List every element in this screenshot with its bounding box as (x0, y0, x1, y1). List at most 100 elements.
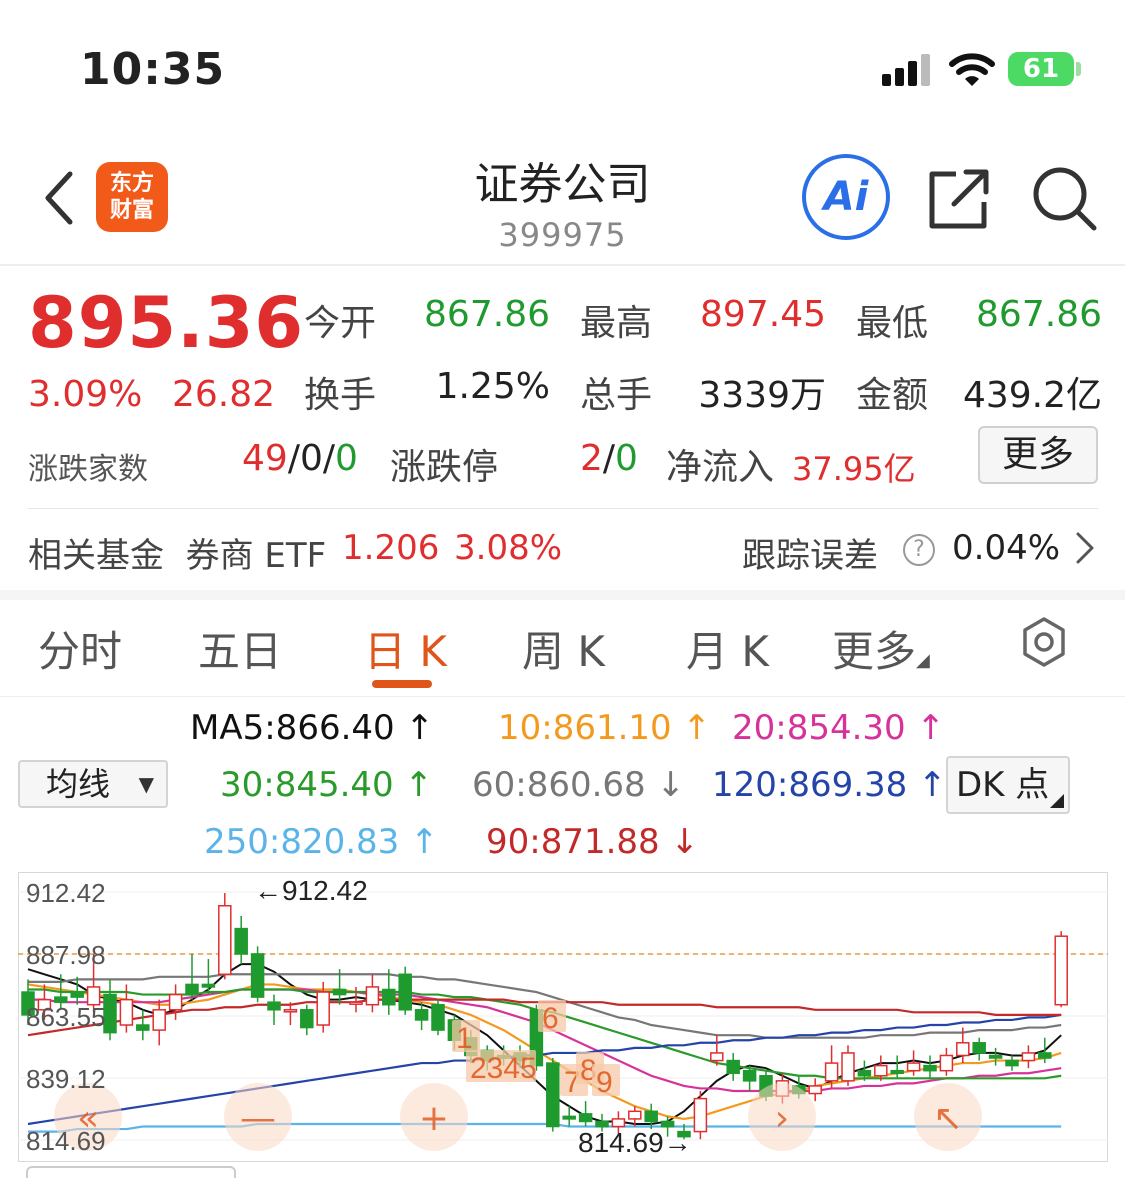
share-icon (929, 169, 989, 229)
candle-down (431, 1003, 445, 1031)
candle-up (316, 991, 330, 1026)
candle-down (742, 1069, 757, 1082)
chart-settings-button[interactable] (1018, 616, 1070, 668)
logo-line-2: 财富 (109, 198, 154, 223)
search-button[interactable] (1030, 164, 1098, 232)
breadth-flat: 0 (299, 438, 323, 479)
breadth-up: 49 (242, 438, 288, 479)
candle-up (710, 1052, 724, 1062)
dk-point-label: DK 点 (956, 765, 1050, 805)
candle-up (1021, 1052, 1036, 1062)
share-button[interactable] (926, 166, 994, 232)
candle-down (923, 1064, 937, 1072)
question-help-icon[interactable]: ? (903, 534, 935, 566)
candle-down (890, 1069, 904, 1074)
candle-down (70, 991, 84, 998)
tab-weekly-k[interactable]: 周 K (522, 618, 605, 679)
search-icon (1033, 167, 1097, 231)
tracking-error-label: 跟踪误差 (742, 536, 878, 576)
last-price: 895.36 (28, 282, 305, 364)
related-fund-change: 3.08% (454, 528, 563, 568)
dropdown-corner-icon: ◢ (916, 650, 930, 671)
amount-value: 439.2亿 (962, 375, 1102, 416)
low-value: 867.86 (976, 294, 1102, 335)
candle-down (644, 1110, 658, 1123)
tab-monthly-k[interactable]: 月 K (686, 618, 769, 679)
candle-down (562, 1115, 576, 1120)
candle-down (726, 1059, 740, 1074)
status-time: 10:35 (80, 44, 226, 95)
fund-detail-chevron[interactable] (1072, 530, 1098, 566)
expand-icon: ↖ (933, 1098, 963, 1139)
change-percent: 3.09% (28, 374, 143, 415)
related-fund[interactable]: 相关基金 券商 ETF (28, 528, 326, 577)
candle-down (136, 1024, 150, 1031)
tab-five-day[interactable]: 五日 (198, 618, 282, 679)
candle-down (857, 1069, 872, 1077)
cellular-signal-icon (882, 54, 934, 86)
back-button[interactable] (38, 168, 82, 228)
y-tick-label: 814.69 (26, 1126, 106, 1156)
low-label: 最低 (856, 303, 929, 344)
candle-down (988, 1054, 1003, 1059)
y-tick-label: 887.98 (26, 940, 106, 970)
battery-tip (1076, 62, 1081, 76)
ma-legend-ma30: 30:845.40 ↑ (220, 765, 433, 805)
candle-up (218, 905, 232, 976)
ma-legend-ma60: 60:860.68 ↓ (472, 765, 685, 805)
tracking-error-value: 0.04% (952, 528, 1061, 568)
indicator-selector-label: 均线 (46, 765, 111, 803)
candle-down (234, 927, 248, 955)
candle-up (365, 986, 380, 1006)
open-label: 今开 (304, 303, 377, 344)
quote-divider (28, 508, 1098, 509)
candle-up (1054, 935, 1068, 1006)
limit-label: 涨跌停 (390, 447, 499, 488)
turnover-value: 1.25% (435, 366, 550, 407)
candle-down (185, 983, 199, 996)
header-divider (0, 264, 1125, 266)
candle-down (382, 988, 396, 1006)
ai-assistant-button[interactable]: Ai (802, 154, 890, 240)
candle-down (595, 1120, 609, 1128)
scroll-right-icon: › (775, 1098, 789, 1139)
section-separator (0, 590, 1125, 600)
candlestick-chart[interactable]: 1234567 8 9« — + › ↖←912.42814.69→ 912.42887.9… (18, 872, 1108, 1162)
y-tick-label: 912.42 (26, 878, 106, 908)
limit-down: 0 (615, 438, 638, 479)
eastmoney-logo: 东方 财富 (96, 162, 168, 232)
candle-up (349, 1001, 363, 1005)
amount-label: 金额 (856, 375, 929, 416)
candle-down (332, 988, 347, 996)
ma-legend-ma90: 90:871.88 ↓ (486, 822, 699, 862)
high-label: 最高 (580, 303, 653, 344)
candle-down (414, 1009, 429, 1021)
chevron-right-icon (1076, 532, 1094, 564)
zoom-in-icon: + (419, 1098, 449, 1139)
indicator-selector[interactable]: 均线 ▼ (18, 760, 168, 808)
candle-up (611, 1118, 626, 1128)
y-tick-label: 863.55 (26, 1002, 106, 1032)
inflow-value: 37.95亿 (792, 450, 916, 488)
tab-intraday[interactable]: 分时 (38, 618, 122, 679)
candle-up (119, 998, 134, 1026)
battery-indicator: 61 (1008, 52, 1074, 86)
wifi-icon (948, 50, 996, 88)
chevron-left-icon (45, 171, 73, 225)
more-quote-button[interactable]: 更多 (978, 426, 1098, 484)
candle-down (578, 1113, 593, 1123)
tab-daily-k[interactable]: 日 K (364, 618, 447, 679)
ma-legend-ma5: MA5:866.40 ↑ (190, 708, 434, 748)
page-title: 证券公司 (474, 159, 651, 210)
dk-point-button[interactable]: DK 点 (946, 756, 1070, 814)
tabs-divider (0, 696, 1125, 697)
limit-values: 2/0 (580, 438, 638, 479)
zoom-out-icon: — (240, 1098, 276, 1139)
candle-up (841, 1052, 855, 1082)
candle-up (283, 1009, 298, 1013)
candle-down (300, 1009, 314, 1029)
ma-legend-ma20: 20:854.30 ↑ (732, 708, 945, 748)
change-amount: 26.82 (172, 374, 276, 415)
ma-legend-ma250: 250:820.83 ↑ (204, 822, 439, 862)
tab-more[interactable]: 更多◢ (832, 618, 930, 679)
